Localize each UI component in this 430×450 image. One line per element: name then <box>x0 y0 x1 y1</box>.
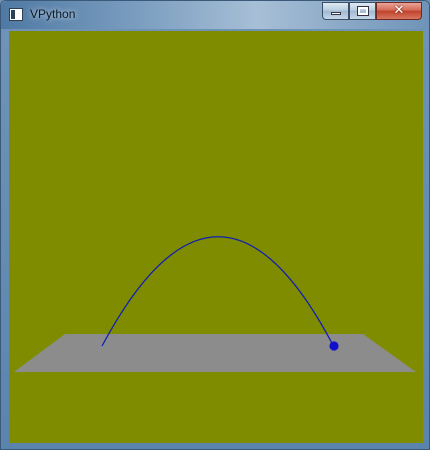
floor-plane <box>14 334 416 372</box>
minimize-button[interactable] <box>322 2 349 20</box>
window-title: VPython <box>30 7 76 21</box>
maximize-icon <box>357 6 369 16</box>
vpython-window-icon[interactable] <box>9 8 23 21</box>
scene-canvas[interactable] <box>9 31 423 443</box>
maximize-button[interactable] <box>349 2 376 20</box>
scene-svg <box>9 31 423 443</box>
app-window: VPython ✕ <box>0 0 430 450</box>
close-button[interactable]: ✕ <box>376 2 422 20</box>
minimize-icon <box>331 12 341 15</box>
ball <box>329 341 339 351</box>
title-bar[interactable]: VPython ✕ <box>1 1 429 29</box>
close-icon: ✕ <box>393 3 405 18</box>
